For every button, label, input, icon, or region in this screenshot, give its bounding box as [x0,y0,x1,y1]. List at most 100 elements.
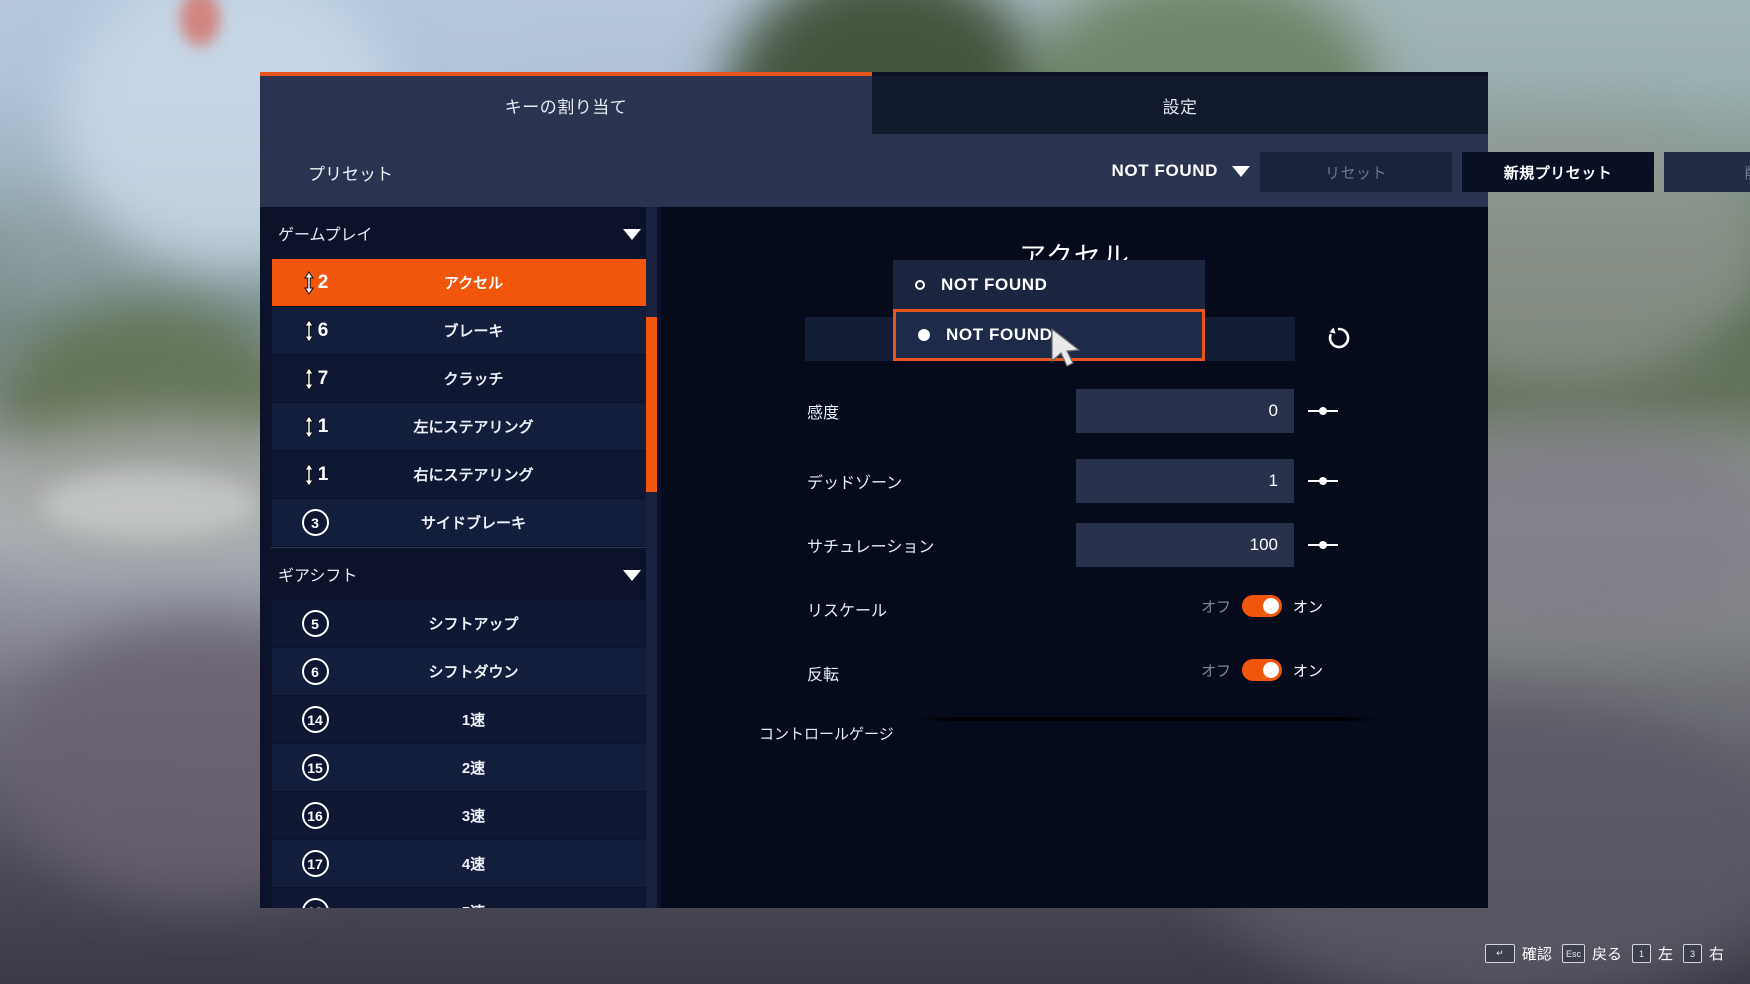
binding-badge: 2 [272,270,358,295]
setting-row-sensitivity: 感度 0 [661,389,1488,433]
chevron-down-icon [1232,165,1250,177]
circle-button-icon: 16 [301,802,329,829]
reset-arrow-icon [1328,327,1350,349]
table-row[interactable]: 16 3速 [272,792,649,839]
binding-number: 2 [317,271,329,293]
key-3-icon: 3 [1682,944,1702,963]
hint-right: 3 右 [1682,943,1724,964]
axis-updown-icon [303,366,314,391]
enter-key-icon: ↵ [1484,944,1515,963]
radio-selected-icon [918,329,930,341]
binding-badge: 14 [272,706,358,733]
table-row[interactable]: 1 右にステアリング [272,451,649,498]
binding-label: 5速 [358,901,649,908]
new-preset-button[interactable]: 新規プリセット [1462,152,1654,192]
preset-dropdown-menu[interactable]: NOT FOUND NOT FOUND [893,260,1205,361]
saturation-value: 100 [1249,535,1278,554]
reset-preset-label: リセット [1324,164,1387,182]
new-preset-label: 新規プリセット [1503,164,1613,182]
screen-root: キーの割り当て 設定 プリセット NOT FOUND リセット 新規プリセット … [0,0,1750,984]
binding-badge: 17 [272,850,358,877]
sensitivity-value-field[interactable]: 0 [1076,389,1294,433]
axis-updown-icon [303,270,314,295]
setting-row-saturation: サチュレーション 100 [661,523,1488,567]
dropdown-option[interactable]: NOT FOUND [893,260,1205,309]
binding-badge: 5 [272,610,358,637]
invert-toggle[interactable]: オフ オン [1201,659,1323,681]
table-row[interactable]: 14 1速 [272,696,649,743]
saturation-value-field[interactable]: 100 [1076,523,1294,567]
setting-row-deadzone: デッドゾーン 1 [661,459,1488,503]
table-row[interactable]: 1 左にステアリング [272,403,649,450]
toggle-off-label: オフ [1201,662,1232,680]
delete-preset-label: 削除 [1744,162,1750,183]
reset-preset-button[interactable]: リセット [1260,152,1452,192]
circle-button-icon: 5 [301,610,329,637]
circle-button-icon: 6 [301,658,329,685]
chevron-down-icon [623,570,641,581]
binding-label: アクセル [443,275,504,292]
reset-binding-button[interactable] [1316,315,1362,361]
slider-icon[interactable] [1306,540,1340,550]
setting-label: デッドゾーン [807,475,903,492]
sidebar-scrollbar-thumb[interactable] [646,317,657,492]
binding-number: 6 [317,319,329,341]
binding-label: 1速 [461,712,486,729]
toggle-off-label: オフ [1201,598,1232,616]
deadzone-value-field[interactable]: 1 [1076,459,1294,503]
toggle-on-label: オン [1293,598,1324,616]
binding-number: 1 [317,463,329,485]
setting-row-invert: 反転 オフ オン [661,651,1488,695]
dialog-body: ゲームプレイ 2 アクセル 6 ブレーキ 7 クラッチ 1 左にステアリング 1… [260,207,1488,908]
table-row[interactable]: 2 アクセル [272,259,649,306]
tab-settings[interactable]: 設定 [872,76,1488,134]
hint-left: 1 左 [1631,943,1673,964]
table-row[interactable]: 15 2速 [272,744,649,791]
control-gauge-label: コントロールゲージ [759,726,894,743]
binding-badge: 1 [272,462,358,487]
binding-badge: 1 [272,414,358,439]
table-row[interactable]: 17 4速 [272,840,649,887]
circle-button-icon: 14 [301,706,329,733]
binding-badge: 6 [272,658,358,685]
binding-list[interactable]: ゲームプレイ 2 アクセル 6 ブレーキ 7 クラッチ 1 左にステアリング 1… [260,207,661,908]
table-row[interactable]: 3 サイドブレーキ [272,499,649,546]
section-header-gearshift[interactable]: ギアシフト [260,548,661,600]
preset-label: プリセット [308,165,393,184]
settings-dialog: キーの割り当て 設定 プリセット NOT FOUND リセット 新規プリセット … [260,72,1750,908]
esc-key-icon: Esc [1561,944,1585,963]
axis-updown-icon [303,318,314,343]
binding-badge: 16 [272,802,358,829]
tab-bar: キーの割り当て 設定 [260,76,1488,134]
binding-badge: 15 [272,754,358,781]
slider-icon[interactable] [1306,476,1340,486]
slider-icon[interactable] [1306,406,1340,416]
binding-label: シフトダウン [428,664,519,681]
sensitivity-value: 0 [1268,401,1278,420]
table-row[interactable]: 5 シフトアップ [272,600,649,647]
toggle-switch-icon[interactable] [1242,659,1283,681]
binding-label: サイドブレーキ [420,515,526,532]
toggle-switch-icon[interactable] [1242,595,1283,617]
control-gauge-bar [913,717,1383,721]
binding-label: 4速 [461,856,486,873]
axis-updown-icon [303,414,314,439]
delete-preset-button[interactable]: 削除 [1664,152,1750,192]
table-row[interactable]: 6 シフトダウン [272,648,649,695]
dropdown-option[interactable]: NOT FOUND [893,309,1205,361]
table-row[interactable]: 7 クラッチ [272,355,649,402]
table-row[interactable]: 6 ブレーキ [272,307,649,354]
section-header-gameplay[interactable]: ゲームプレイ [260,207,661,259]
preset-selected-value: NOT FOUND [1111,161,1218,180]
table-row[interactable]: 18 5速 [272,888,649,908]
sidebar-scrollbar-track[interactable] [646,207,657,908]
rescale-toggle[interactable]: オフ オン [1201,595,1323,617]
axis-updown-icon [303,462,314,487]
hint-confirm-label: 確認 [1521,946,1552,963]
binding-badge: 7 [272,366,358,391]
circle-button-icon: 17 [301,850,329,877]
tab-key-assignment[interactable]: キーの割り当て [260,76,872,134]
preset-dropdown[interactable]: NOT FOUND [1020,156,1250,186]
circle-button-icon: 15 [301,754,329,781]
binding-badge: 3 [272,509,358,536]
